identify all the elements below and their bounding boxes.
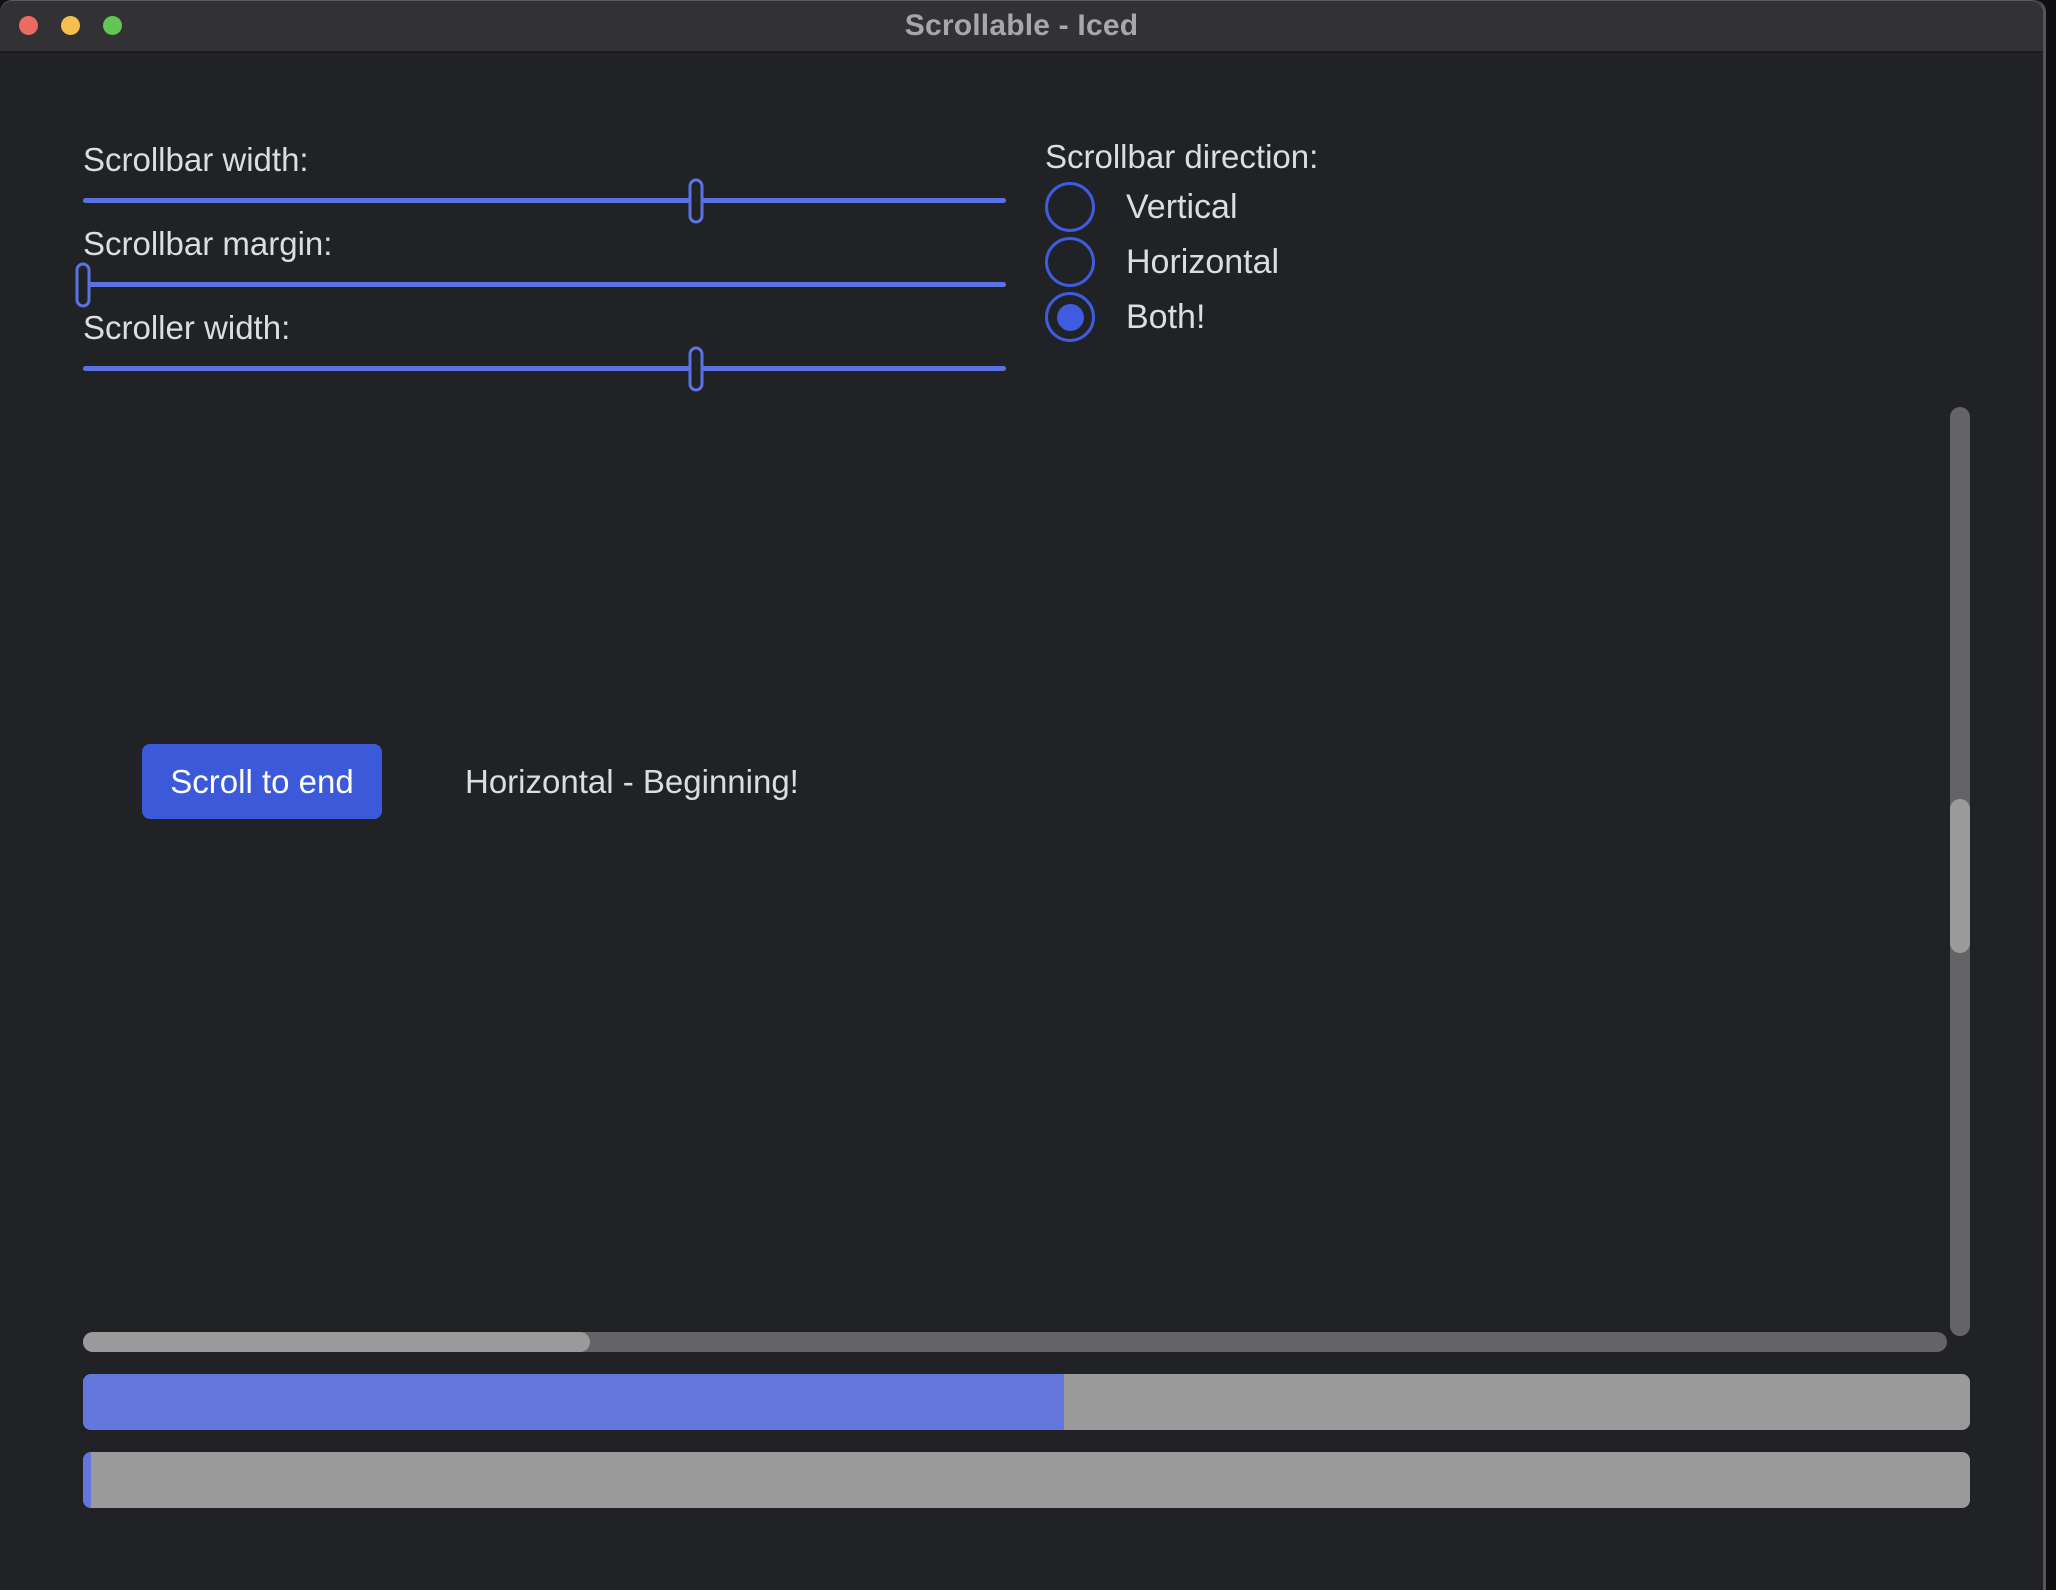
slider-label: Scrollbar margin: [83, 224, 1006, 264]
radio-option-both[interactable]: Both! [1045, 292, 1318, 342]
scroll-status-text: Horizontal - Beginning! [465, 763, 799, 801]
slider-label: Scrollbar width: [83, 140, 1006, 180]
slider-track[interactable] [83, 198, 1006, 203]
radio-selected-dot [1057, 304, 1084, 331]
scrollable-content: Scroll to end Horizontal - Beginning! [142, 744, 799, 819]
vertical-scrollbar-thumb[interactable] [1950, 799, 1970, 953]
radio-option-label[interactable]: Horizontal [1126, 243, 1279, 282]
slider-scroller-width: Scroller width: [83, 308, 1006, 371]
progress-bar-vertical [83, 1452, 1970, 1508]
slider-track[interactable] [83, 282, 1006, 287]
slider-label: Scroller width: [83, 308, 1006, 348]
screen: Scrollable - Iced Scrollbar width: Scrol… [0, 0, 2056, 1590]
titlebar[interactable]: Scrollable - Iced [0, 0, 2043, 53]
progress-fill [83, 1452, 91, 1508]
slider-handle[interactable] [76, 262, 91, 307]
radio-option-label[interactable]: Vertical [1126, 188, 1238, 227]
app-window: Scrollable - Iced Scrollbar width: Scrol… [0, 0, 2046, 1590]
slider-scrollbar-width: Scrollbar width: [83, 140, 1006, 203]
slider-handle[interactable] [688, 178, 703, 223]
radio-option-label[interactable]: Both! [1126, 298, 1205, 337]
slider-scrollbar-margin: Scrollbar margin: [83, 224, 1006, 287]
radio-group-label: Scrollbar direction: [1045, 137, 1318, 177]
scroll-to-end-button[interactable]: Scroll to end [142, 744, 382, 819]
horizontal-scrollbar-thumb[interactable] [83, 1332, 590, 1352]
radio-icon[interactable] [1045, 237, 1095, 287]
slider-handle[interactable] [688, 346, 703, 391]
horizontal-scrollbar-track[interactable] [83, 1332, 1947, 1352]
progress-fill [83, 1374, 1064, 1430]
slider-track[interactable] [83, 366, 1006, 371]
radio-option-horizontal[interactable]: Horizontal [1045, 237, 1318, 287]
radio-option-vertical[interactable]: Vertical [1045, 182, 1318, 232]
radio-icon[interactable] [1045, 182, 1095, 232]
window-title: Scrollable - Iced [0, 0, 2043, 51]
scrollbar-direction-group: Scrollbar direction: Vertical Horizontal… [1045, 137, 1318, 342]
progress-bar-horizontal [83, 1374, 1970, 1430]
vertical-scrollbar-track[interactable] [1950, 407, 1970, 1336]
radio-icon[interactable] [1045, 292, 1095, 342]
